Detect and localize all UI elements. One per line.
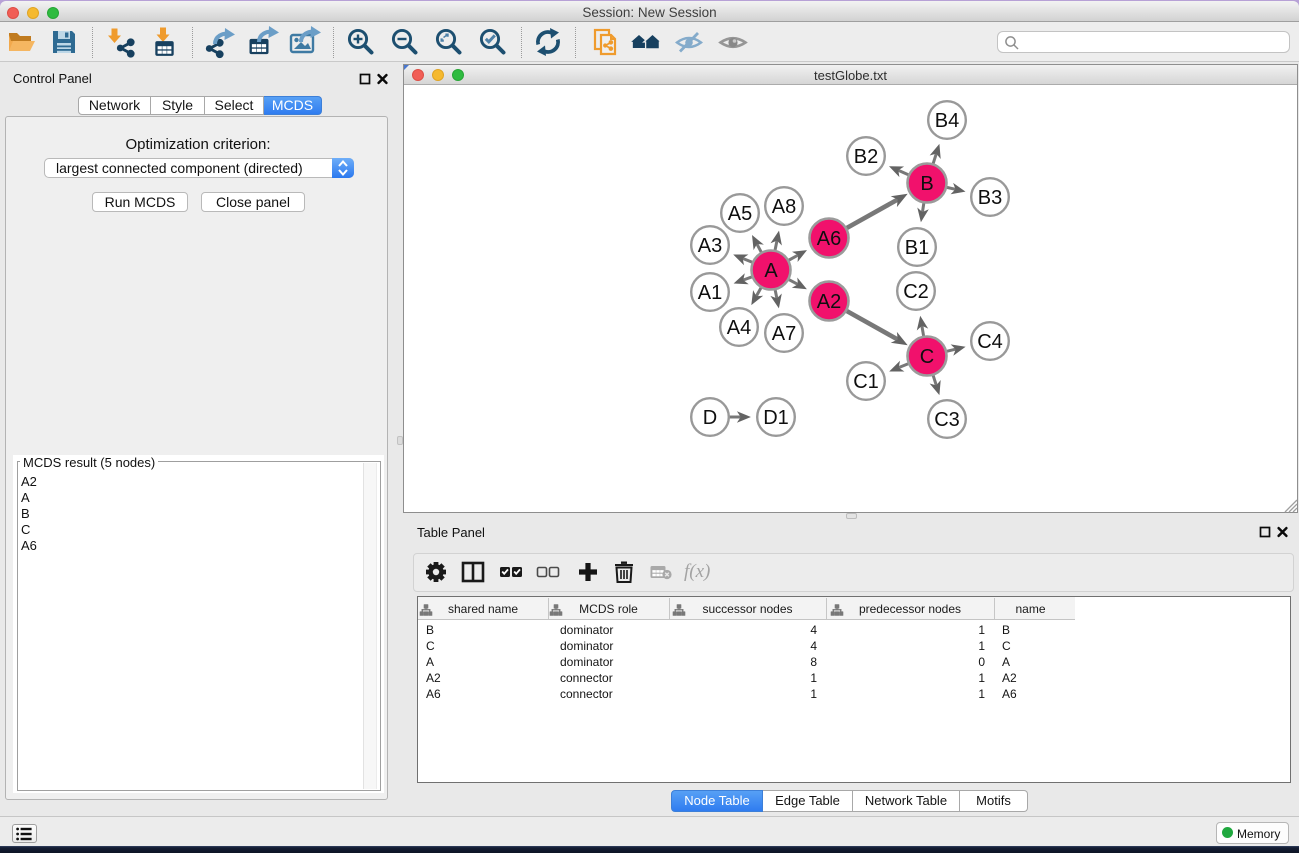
svg-text:D: D bbox=[703, 407, 717, 429]
svg-text:B4: B4 bbox=[935, 110, 959, 132]
svg-text:B2: B2 bbox=[854, 146, 878, 168]
svg-text:A6: A6 bbox=[817, 228, 841, 250]
svg-text:C: C bbox=[920, 346, 934, 368]
svg-text:A4: A4 bbox=[727, 317, 751, 339]
svg-text:C4: C4 bbox=[977, 331, 1003, 353]
svg-text:C2: C2 bbox=[903, 281, 929, 303]
svg-text:A7: A7 bbox=[772, 323, 796, 345]
svg-text:A5: A5 bbox=[728, 203, 752, 225]
svg-text:A1: A1 bbox=[698, 282, 722, 304]
svg-text:D1: D1 bbox=[763, 407, 789, 429]
svg-text:C1: C1 bbox=[853, 371, 879, 393]
svg-text:A2: A2 bbox=[817, 291, 841, 313]
svg-text:A8: A8 bbox=[772, 196, 796, 218]
svg-text:B: B bbox=[920, 173, 933, 195]
svg-text:A: A bbox=[764, 260, 778, 282]
svg-text:A3: A3 bbox=[698, 235, 722, 257]
svg-text:B1: B1 bbox=[905, 237, 929, 259]
svg-text:C3: C3 bbox=[934, 409, 960, 431]
svg-text:B3: B3 bbox=[978, 187, 1002, 209]
